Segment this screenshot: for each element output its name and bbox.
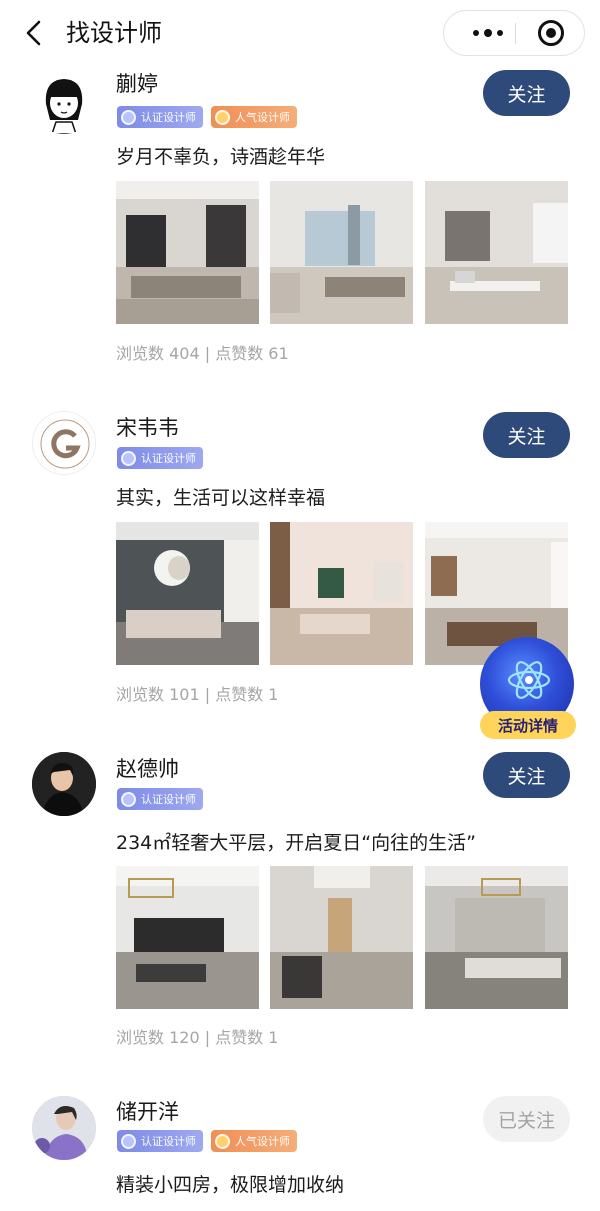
close-target-icon[interactable] <box>538 20 564 46</box>
man-photo-avatar <box>32 752 96 816</box>
badge-row: 认证设计师 <box>117 447 203 469</box>
designer-card[interactable]: 赵德帅 认证设计师 关注 234㎡轻奢大平层，开启夏日“向往的生活” 浏览数 1… <box>0 752 600 1052</box>
project-image[interactable] <box>116 181 259 324</box>
popular-icon <box>215 1133 230 1149</box>
project-image[interactable] <box>425 181 568 324</box>
certified-icon <box>121 450 136 466</box>
badge-label: 认证设计师 <box>141 793 196 806</box>
view-like-stats: 浏览数 120 | 点赞数 1 <box>116 1028 279 1047</box>
project-image[interactable] <box>425 866 568 1009</box>
follow-button[interactable]: 关注 <box>483 412 570 458</box>
designer-card[interactable]: 储开洋 认证设计师 人气设计师 已关注 精装小四房，极限增加收纳 <box>0 1096 600 1211</box>
follow-button[interactable]: 关注 <box>483 752 570 798</box>
badge-row: 认证设计师 人气设计师 <box>117 1130 297 1152</box>
certified-badge: 认证设计师 <box>117 1130 203 1152</box>
activity-details-float[interactable]: 活动详情 <box>478 635 586 743</box>
certified-icon <box>121 109 136 125</box>
designer-name[interactable]: 赵德帅 <box>116 755 179 783</box>
designer-name[interactable]: 宋韦韦 <box>116 414 179 442</box>
more-icon[interactable] <box>462 11 514 55</box>
certified-badge: 认证设计师 <box>117 447 203 469</box>
view-like-stats: 浏览数 404 | 点赞数 61 <box>116 344 289 363</box>
avatar[interactable] <box>32 752 96 816</box>
nav-bar: 找设计师 <box>0 0 600 66</box>
badge-row: 认证设计师 人气设计师 <box>117 106 297 128</box>
badge-label: 人气设计师 <box>235 111 290 124</box>
project-title[interactable]: 精装小四房，极限增加收纳 <box>116 1172 344 1198</box>
mini-program-capsule <box>443 10 585 56</box>
project-image[interactable] <box>116 522 259 665</box>
project-image[interactable] <box>270 522 413 665</box>
badge-label: 人气设计师 <box>235 1135 290 1148</box>
certified-badge: 认证设计师 <box>117 788 203 810</box>
popular-badge: 人气设计师 <box>211 1130 297 1152</box>
view-like-stats: 浏览数 101 | 点赞数 1 <box>116 685 279 704</box>
avatar[interactable] <box>32 1096 96 1160</box>
person-photo-avatar <box>32 1096 96 1160</box>
certified-badge: 认证设计师 <box>117 106 203 128</box>
project-title[interactable]: 其实，生活可以这样幸福 <box>116 485 325 511</box>
certified-icon <box>121 1133 136 1149</box>
badge-label: 认证设计师 <box>141 452 196 465</box>
avatar[interactable] <box>32 411 96 475</box>
badge-label: 认证设计师 <box>141 111 196 124</box>
g-logo-avatar <box>40 419 90 469</box>
back-arrow-icon[interactable] <box>20 18 50 48</box>
atom-icon <box>507 661 551 699</box>
followed-button[interactable]: 已关注 <box>483 1096 570 1142</box>
cartoon-girl-avatar <box>45 79 83 134</box>
project-image[interactable] <box>270 181 413 324</box>
follow-button[interactable]: 关注 <box>483 70 570 116</box>
project-image[interactable] <box>270 866 413 1009</box>
project-image[interactable] <box>116 866 259 1009</box>
popular-icon <box>215 109 230 125</box>
page-title: 找设计师 <box>66 19 162 47</box>
project-title[interactable]: 岁月不辜负，诗酒趁年华 <box>116 144 325 170</box>
activity-details-label[interactable]: 活动详情 <box>480 711 576 739</box>
avatar[interactable] <box>32 70 96 134</box>
capsule-divider <box>515 23 516 44</box>
designer-name[interactable]: 蒯婷 <box>116 70 158 98</box>
project-title[interactable]: 234㎡轻奢大平层，开启夏日“向往的生活” <box>116 830 476 856</box>
designer-name[interactable]: 储开洋 <box>116 1098 179 1126</box>
popular-badge: 人气设计师 <box>211 106 297 128</box>
badge-row: 认证设计师 <box>117 788 203 810</box>
certified-icon <box>121 791 136 807</box>
badge-label: 认证设计师 <box>141 1135 196 1148</box>
designer-card[interactable]: 蒯婷 认证设计师 人气设计师 关注 岁月不辜负，诗酒趁年华 浏览数 404 | … <box>0 70 600 380</box>
